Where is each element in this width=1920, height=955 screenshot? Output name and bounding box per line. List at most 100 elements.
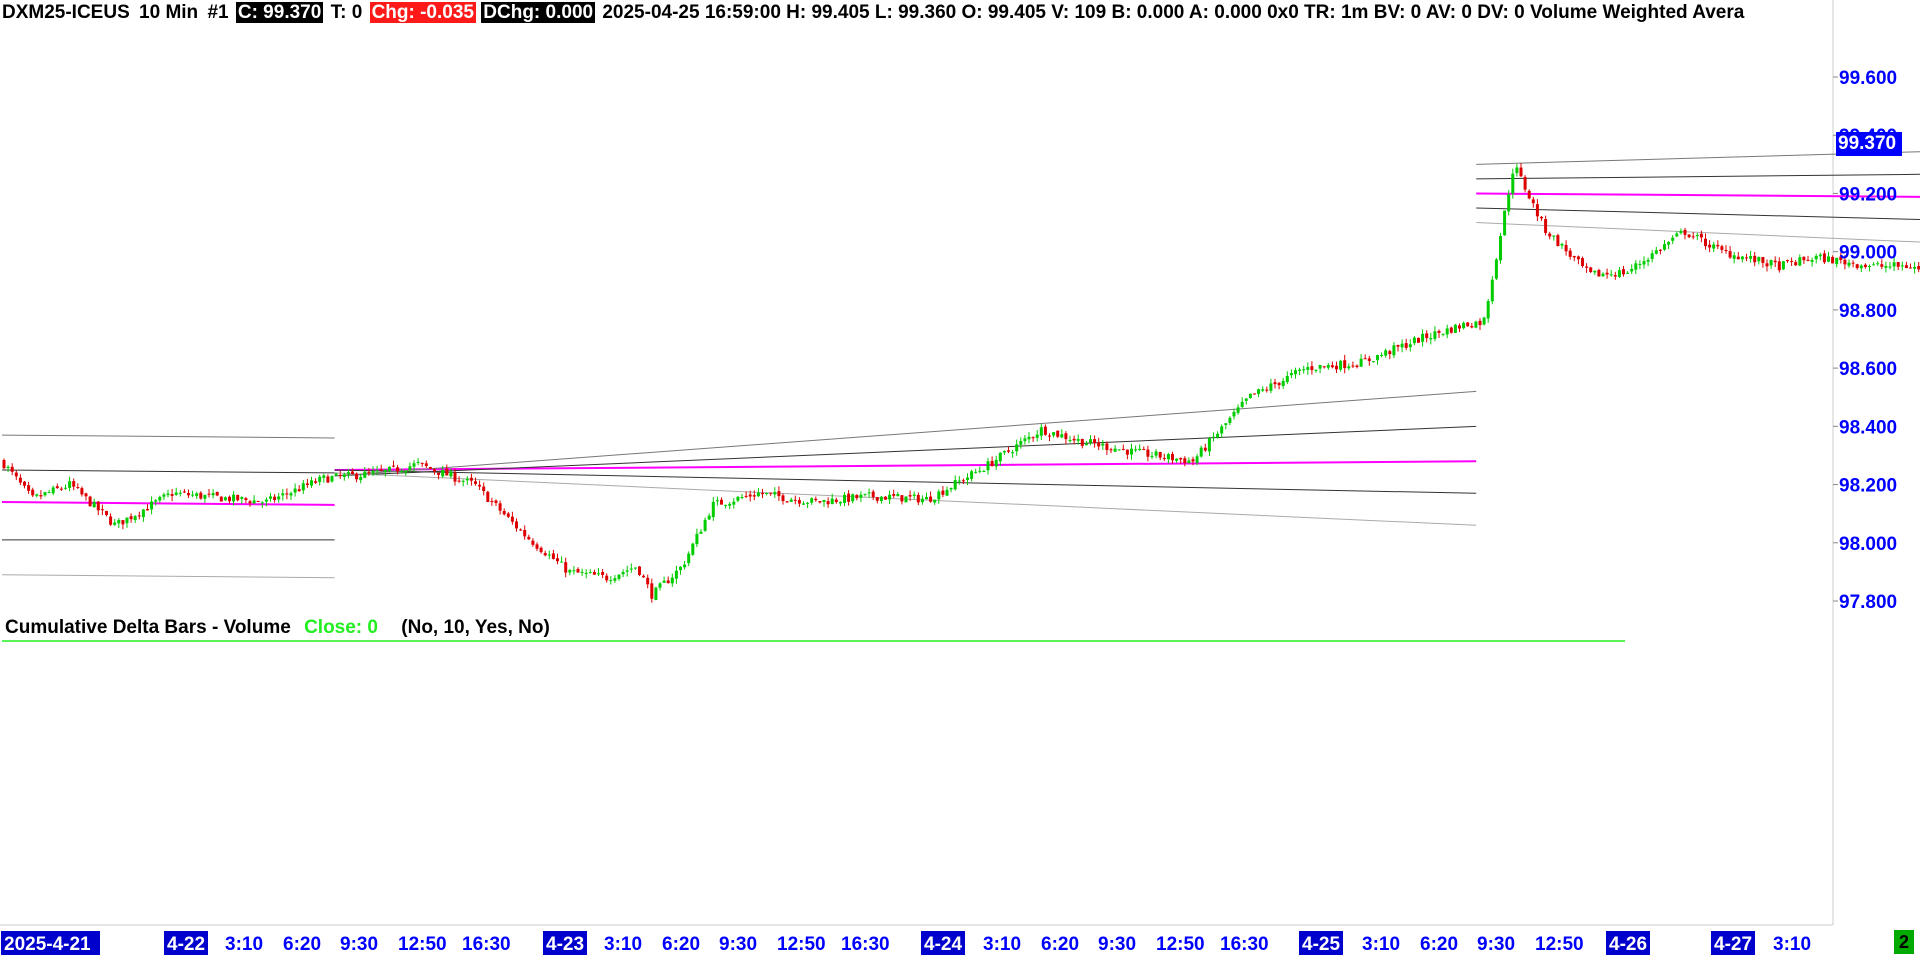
candle-body (1884, 265, 1888, 268)
price-tick-label: 98.600 (1839, 359, 1897, 380)
candle-body (314, 481, 318, 483)
candle-body (18, 477, 22, 483)
candle-body (269, 496, 272, 499)
candle-body (1035, 434, 1039, 438)
candle-body (1683, 229, 1687, 235)
candle-body (92, 501, 96, 508)
candle-body (27, 485, 31, 491)
candle-body (482, 486, 486, 492)
candle-body (510, 516, 514, 522)
candle-body (601, 571, 605, 575)
candle-body (252, 500, 256, 504)
candle-body (392, 465, 395, 467)
candle-body (1466, 322, 1470, 327)
candle-body (1244, 398, 1248, 401)
candle-body (1039, 427, 1043, 436)
candle-body (375, 470, 379, 472)
candle-body (1314, 369, 1318, 371)
candle-body (1396, 345, 1400, 347)
candle-body (121, 520, 125, 525)
candle-body (515, 521, 518, 529)
page-badge[interactable]: 2 (1894, 930, 1914, 954)
candle-body (974, 471, 978, 473)
candle-body (502, 511, 506, 515)
candle-body (707, 515, 711, 520)
candle-body (1015, 444, 1019, 452)
candle-body (1802, 256, 1806, 261)
candle-body (1421, 333, 1425, 342)
candle-body (285, 493, 289, 495)
candle-body (244, 498, 248, 501)
candle-body (1909, 267, 1912, 269)
candle-body (1749, 255, 1753, 259)
candle-body (1158, 451, 1162, 458)
candle-body (695, 533, 699, 545)
price-tick-label: 98.400 (1839, 417, 1897, 438)
candle-body (789, 499, 793, 502)
vwap-bands (1, 151, 1920, 579)
candle-body (1113, 448, 1117, 452)
candle-body (781, 495, 785, 502)
price-tick-label: 98.000 (1839, 534, 1897, 555)
candle-body (674, 570, 678, 579)
candle-body (1376, 355, 1379, 361)
candle-body (367, 472, 371, 474)
time-label: 12:50 (1535, 934, 1584, 955)
candle-body (305, 483, 309, 485)
candle-body (1576, 256, 1580, 260)
candle-body (1654, 250, 1658, 254)
candle-body (1638, 264, 1642, 266)
candle-body (1650, 253, 1654, 259)
candle-body (1138, 448, 1142, 451)
candle-body (1257, 389, 1261, 395)
candle-body (1765, 263, 1769, 267)
candle-body (59, 488, 63, 490)
candle-body (937, 491, 941, 500)
candle-body (609, 580, 613, 582)
candle-body (68, 481, 72, 488)
candle-body (584, 572, 588, 574)
candle-body (1023, 438, 1027, 441)
candle-body (322, 475, 326, 478)
candle-body (80, 488, 84, 495)
candle-body (1626, 272, 1630, 274)
band-2-lower (1, 574, 335, 579)
candle-body (929, 496, 933, 502)
candle-body (297, 489, 301, 492)
candle-body (1273, 382, 1277, 385)
candle-body (318, 476, 322, 482)
candle-body (1736, 256, 1740, 260)
candle-body (613, 578, 617, 581)
candle-body (1043, 426, 1047, 435)
candle-body (662, 580, 666, 583)
candle-body (1134, 449, 1138, 451)
candle-body (211, 493, 215, 496)
candle-body (900, 495, 904, 502)
candle-body (793, 499, 797, 501)
candle-body (51, 487, 55, 494)
candle-body (310, 480, 313, 486)
candle-body (240, 497, 244, 499)
candle-body (387, 466, 391, 472)
candle-body (670, 577, 674, 584)
candle-body (1109, 449, 1113, 451)
price-chart[interactable]: 99.60099.40099.20099.00098.80098.60098.4… (0, 0, 1920, 955)
candle-body (1572, 256, 1576, 258)
candle-body (478, 484, 482, 487)
candle-body (1330, 365, 1334, 368)
candle-body (1642, 261, 1646, 265)
candle-body (264, 499, 268, 502)
candle-body (1048, 435, 1051, 437)
candle-body (1720, 246, 1724, 250)
candle-body (117, 520, 121, 524)
candle-body (1494, 259, 1498, 279)
candle-body (424, 463, 428, 466)
candle-body (1404, 343, 1408, 348)
candle-body (1253, 393, 1256, 395)
candle-body (761, 492, 764, 495)
band-1-upper (1476, 173, 1920, 180)
date-label: 4-26 (1609, 934, 1647, 955)
candle-body (1695, 234, 1699, 237)
candle-body (486, 491, 490, 502)
candle-body (1117, 449, 1121, 451)
